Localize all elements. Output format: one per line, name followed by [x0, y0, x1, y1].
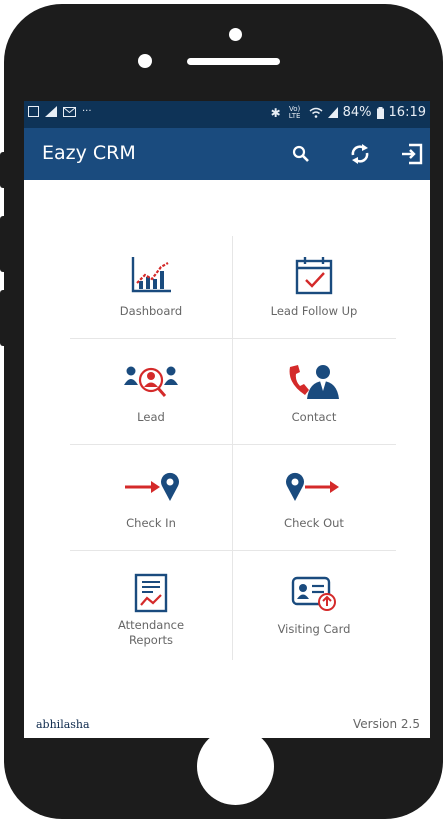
volume-down-button — [0, 290, 8, 346]
front-camera — [229, 28, 242, 41]
sync-icon[interactable] — [345, 139, 375, 169]
bluetooth-icon: ✱ — [270, 105, 281, 120]
mail-icon — [63, 106, 76, 117]
menu-item-label: Visiting Card — [277, 622, 351, 636]
visiting-card-icon — [286, 572, 342, 614]
check-in-icon — [123, 466, 179, 508]
cell-signal-icon — [327, 107, 338, 118]
line-chart-icon — [123, 254, 179, 296]
menu-item-label: Check Out — [284, 516, 344, 530]
proximity-sensor — [138, 54, 152, 68]
menu-item-label: Check In — [126, 516, 176, 530]
menu-item-check-out[interactable]: Check Out — [233, 448, 395, 554]
mute-switch — [0, 152, 8, 188]
menu-item-label: Contact — [291, 410, 337, 424]
menu-item-label: Lead — [137, 410, 165, 424]
home-button[interactable] — [197, 728, 274, 805]
menu-item-check-in[interactable]: Check In — [70, 448, 232, 554]
app-version: Version 2.5 — [352, 717, 420, 731]
battery-icon — [376, 106, 384, 119]
signal-icon — [45, 106, 57, 117]
app-screen: ··· ✱ Vo) LTE 84% 16:19 Eazy CRM Dashboa… — [24, 101, 430, 738]
earpiece-speaker — [187, 58, 280, 65]
phone-frame: ··· ✱ Vo) LTE 84% 16:19 Eazy CRM Dashboa… — [4, 4, 443, 819]
menu-item-label-line: Attendance — [117, 618, 185, 632]
menu-item-attendance-reports[interactable]: Attendance Reports — [70, 554, 232, 660]
menu-item-label-line: Reports — [128, 633, 174, 647]
attendance-report-icon — [123, 572, 179, 614]
menu-item-dashboard[interactable]: Dashboard — [70, 236, 232, 342]
menu-grid: Dashboard Lead Follow Up Lead Contact Ch… — [70, 236, 396, 660]
battery-percent: 84% — [342, 105, 372, 120]
contact-phone-icon — [286, 360, 342, 402]
status-bar: ··· ✱ Vo) LTE 84% 16:19 — [24, 101, 430, 128]
notification-icon — [28, 106, 39, 117]
menu-item-label: Lead Follow Up — [270, 304, 358, 318]
calendar-check-icon — [286, 254, 342, 296]
menu-item-contact[interactable]: Contact — [233, 342, 395, 448]
app-title: Eazy CRM — [42, 142, 136, 164]
lead-search-icon — [123, 360, 179, 402]
menu-item-lead-follow-up[interactable]: Lead Follow Up — [233, 236, 395, 342]
check-out-icon — [286, 466, 342, 508]
clock: 16:19 — [388, 105, 426, 120]
search-icon[interactable] — [286, 139, 316, 169]
volume-up-button — [0, 216, 8, 272]
menu-item-visiting-card[interactable]: Visiting Card — [233, 554, 395, 660]
menu-item-label: Dashboard — [119, 304, 183, 318]
user-name: abhilasha — [36, 718, 90, 731]
logout-icon[interactable] — [397, 139, 427, 169]
more-icon: ··· — [82, 106, 92, 117]
menu-item-lead[interactable]: Lead — [70, 342, 232, 448]
app-bar: Eazy CRM — [24, 128, 430, 180]
network-type: Vo) LTE — [288, 104, 301, 120]
menu-item-label: Attendance Reports — [70, 618, 232, 648]
wifi-icon — [309, 107, 323, 118]
